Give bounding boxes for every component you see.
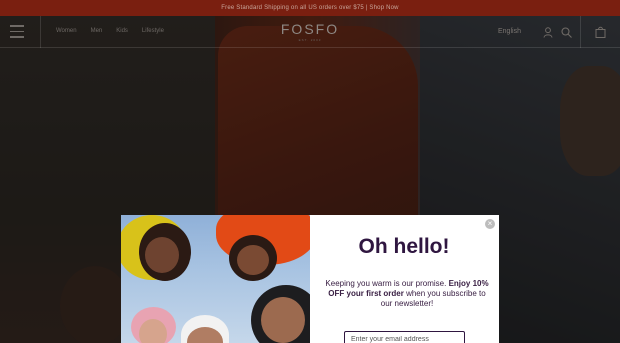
nav-item-men[interactable]: Men bbox=[91, 28, 103, 34]
email-field[interactable] bbox=[344, 331, 465, 343]
popup-promo-text: Keeping you warm is our promise. Enjoy 1… bbox=[322, 279, 492, 309]
site-header: Women Men Kids Lifestyle FOSFO EST. 2003… bbox=[0, 16, 620, 48]
search-icon[interactable] bbox=[561, 27, 572, 38]
cart-icon[interactable] bbox=[595, 26, 606, 38]
nav-item-kids[interactable]: Kids bbox=[116, 28, 128, 34]
announcement-text: Free Standard Shipping on all US orders … bbox=[221, 5, 399, 11]
main-nav: Women Men Kids Lifestyle bbox=[56, 28, 164, 34]
announcement-bar[interactable]: Free Standard Shipping on all US orders … bbox=[0, 0, 620, 16]
popup-image bbox=[121, 215, 310, 343]
user-icon[interactable] bbox=[543, 27, 553, 38]
logo-subtitle: EST. 2003 bbox=[298, 38, 322, 42]
menu-icon[interactable] bbox=[10, 25, 30, 39]
language-selector[interactable]: English bbox=[498, 28, 521, 35]
logo[interactable]: FOSFO bbox=[280, 21, 340, 37]
popup-title: Oh hello! bbox=[358, 235, 450, 258]
promo-text-pre: Keeping you warm is our promise. bbox=[325, 279, 449, 288]
close-icon[interactable]: × bbox=[485, 219, 495, 229]
nav-item-women[interactable]: Women bbox=[56, 28, 77, 34]
nav-item-lifestyle[interactable]: Lifestyle bbox=[142, 28, 164, 34]
